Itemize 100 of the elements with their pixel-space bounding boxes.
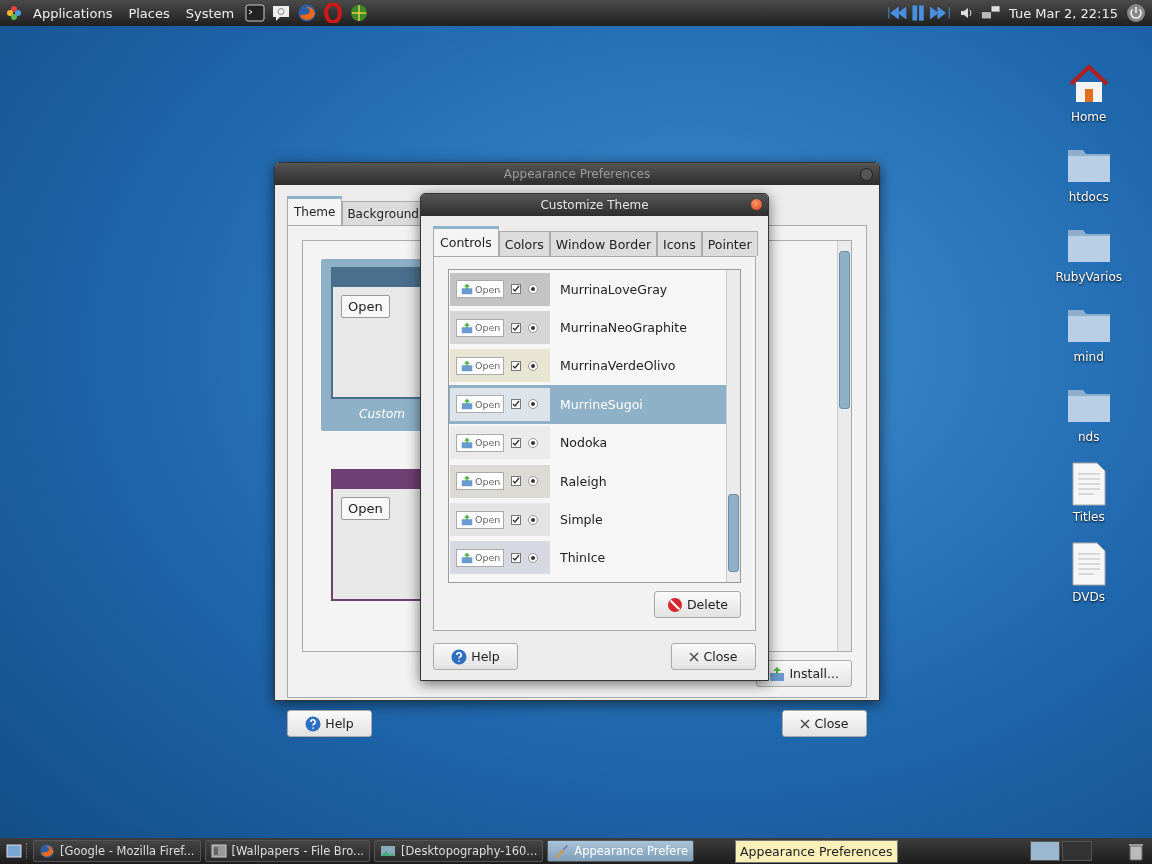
theme-row[interactable]: Open MurrinaLoveGray	[449, 270, 726, 309]
ring-icon[interactable]	[323, 3, 344, 23]
preview-button: Open	[456, 548, 505, 567]
file-manager-icon	[210, 843, 227, 859]
fox-globe-icon[interactable]	[297, 3, 318, 23]
desktop-icon-label[interactable]: RubyVarios	[1055, 270, 1122, 284]
tab[interactable]: Controls	[433, 226, 499, 256]
preview-button: Open	[341, 295, 390, 318]
globe-icon[interactable]	[349, 3, 370, 23]
tooltip: Appearance Preferences	[735, 840, 898, 863]
panel-menu[interactable]: System	[180, 5, 240, 21]
power-icon[interactable]	[1126, 3, 1146, 23]
desktop-icon-label[interactable]: mind	[1073, 350, 1104, 364]
preview-button: Open	[456, 433, 505, 452]
radio-icon	[528, 322, 539, 333]
checkbox-icon	[511, 284, 522, 295]
preview-button: Open	[456, 395, 505, 414]
theme-name: MurrinaNeoGraphite	[560, 320, 687, 336]
paintbrush-icon	[553, 843, 570, 859]
help-icon	[305, 715, 322, 732]
show-desktop-icon[interactable]	[6, 843, 22, 859]
close-icon	[689, 651, 700, 662]
radio-icon	[528, 552, 539, 563]
theme-row[interactable]: Open Nodoka	[449, 423, 726, 462]
panel-menu[interactable]: Places	[123, 5, 175, 21]
install-icon	[460, 398, 474, 411]
scrollbar[interactable]	[837, 241, 851, 651]
theme-name: MurrineSugoi	[560, 396, 643, 412]
checkbox-icon	[511, 437, 522, 448]
theme-name: Simple	[560, 512, 603, 528]
install-icon	[460, 283, 474, 296]
checkbox-icon	[511, 552, 522, 563]
install-icon	[460, 321, 474, 334]
help-button[interactable]: Help	[433, 643, 518, 670]
radio-icon	[528, 399, 539, 410]
checkbox-icon	[511, 360, 522, 371]
scrollbar[interactable]	[726, 270, 740, 582]
install-icon	[460, 475, 474, 488]
close-icon	[800, 718, 811, 729]
desktop-icon-label[interactable]: Home	[1070, 110, 1107, 124]
panel-menu[interactable]: Applications	[28, 5, 118, 21]
close-icon[interactable]	[751, 199, 762, 210]
radio-icon	[528, 476, 539, 487]
install-icon	[460, 359, 474, 372]
help-icon	[451, 648, 468, 665]
clock[interactable]: Tue Mar 2, 22:15	[1007, 5, 1120, 21]
tab[interactable]: Window Border	[549, 231, 658, 256]
theme-name: ThinIce	[560, 550, 606, 566]
checkbox-icon	[511, 514, 522, 525]
close-button[interactable]: Close	[671, 643, 756, 670]
theme-name: MurrinaVerdeOlivo	[560, 358, 676, 374]
close-button[interactable]: Close	[782, 710, 867, 737]
speech-bubble-icon[interactable]	[271, 3, 292, 23]
tab[interactable]: Theme	[287, 196, 343, 225]
delete-button[interactable]: Delete	[653, 591, 741, 618]
taskbar-button[interactable]: [Wallpapers - File Bro...	[204, 840, 371, 862]
taskbar-button[interactable]: [Desktopography-160...	[374, 840, 544, 862]
preview-button: Open	[456, 510, 505, 529]
preview-button: Open	[456, 280, 505, 299]
theme-row[interactable]: Open MurrinaVerdeOlivo	[449, 346, 726, 386]
radio-icon	[528, 514, 539, 525]
desktop-icon-label[interactable]: Titles	[1072, 510, 1105, 524]
tab[interactable]: Icons	[657, 231, 702, 256]
workspace-switcher[interactable]	[1030, 841, 1092, 861]
window-title: Customize Theme	[540, 198, 649, 212]
window-title: Appearance Preferences	[503, 167, 651, 181]
flower-icon[interactable]	[6, 5, 22, 21]
radio-icon	[528, 437, 539, 448]
checkbox-icon	[511, 322, 522, 333]
terminal-icon[interactable]	[245, 3, 266, 23]
checkbox-icon	[511, 399, 522, 410]
checkbox-icon	[511, 476, 522, 487]
install-icon	[460, 551, 474, 564]
tab[interactable]: Pointer	[701, 231, 758, 256]
no-entry-icon	[666, 596, 683, 613]
fox-globe-icon	[39, 843, 55, 859]
theme-row[interactable]: Open MurrinaNeoGraphite	[449, 308, 726, 347]
theme-row[interactable]: Open ThinIce	[449, 538, 726, 578]
theme-caption: Custom	[359, 407, 406, 421]
media-controls-icon[interactable]	[887, 4, 953, 22]
trash-icon[interactable]	[1126, 841, 1146, 861]
theme-row[interactable]: Open MurrineSugoi	[449, 385, 726, 424]
theme-name: Raleigh	[560, 473, 607, 489]
preview-button: Open	[456, 356, 505, 375]
image-icon	[380, 843, 397, 859]
help-button[interactable]: Help	[287, 710, 372, 737]
tab[interactable]: Colors	[498, 231, 550, 256]
desktop-icon-label[interactable]: nds	[1077, 430, 1100, 444]
install-icon	[460, 436, 474, 449]
install-icon	[769, 665, 786, 682]
preview-button: Open	[456, 472, 505, 491]
theme-row[interactable]: Open Simple	[449, 500, 726, 539]
theme-row[interactable]: Open Raleigh	[449, 461, 726, 501]
desktop-icon-label[interactable]: htdocs	[1068, 190, 1109, 204]
preview-button: Open	[456, 318, 505, 337]
speaker-icon[interactable]	[959, 5, 975, 21]
theme-name: Nodoka	[560, 435, 608, 451]
preview-button: Open	[341, 497, 390, 520]
desktop-icon-label[interactable]: DVDs	[1072, 590, 1106, 604]
taskbar-button[interactable]: [Google - Mozilla Firef...	[33, 840, 201, 862]
